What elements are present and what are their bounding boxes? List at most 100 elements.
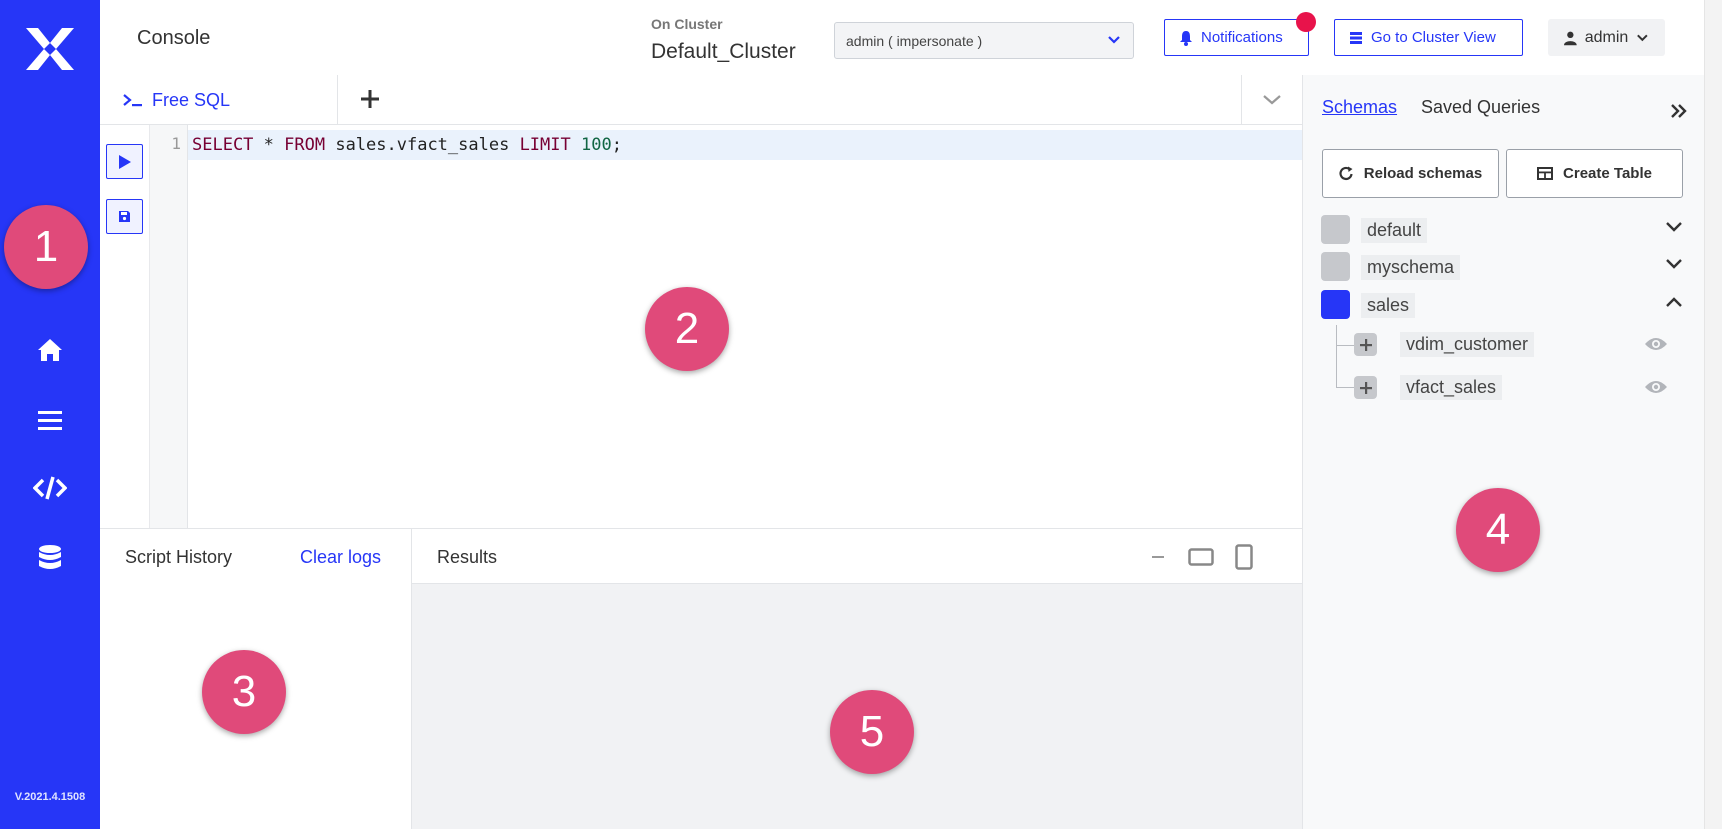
go-to-cluster-view-button[interactable]: Go to Cluster View [1334,19,1523,56]
schema-item-sales[interactable]: sales [1321,290,1687,320]
tab-schemas[interactable]: Schemas [1322,97,1397,118]
code-line[interactable]: SELECT * FROM sales.vfact_sales LIMIT 10… [188,130,1302,160]
plus-icon [361,90,379,108]
cluster-view-label: Go to Cluster View [1371,29,1496,46]
callout-3: 3 [202,650,286,734]
server-icon [1350,31,1362,44]
eye-icon[interactable] [1644,379,1668,395]
landscape-layout-button[interactable] [1187,543,1215,571]
chevron-down-icon [1637,34,1648,41]
eye-icon[interactable] [1644,336,1668,352]
keyword-select: SELECT [192,135,254,155]
tab-dropdown-button[interactable] [1241,75,1302,125]
app-root: V.2021.4.1508 Console On Cluster Default… [0,0,1722,829]
user-menu-button[interactable]: admin [1548,19,1665,56]
plus-icon [1359,381,1372,394]
schema-name: myschema [1361,255,1461,280]
line-number: 1 [171,134,181,153]
run-query-button[interactable] [106,144,143,179]
callout-1: 1 [4,205,88,289]
code-table: sales.vfact_sales [325,135,520,155]
on-cluster-label: On Cluster [651,16,723,32]
expand-table-button[interactable] [1354,376,1377,399]
callout-2: 2 [645,287,729,371]
table-name: vfact_sales [1400,375,1503,400]
clear-logs-link[interactable]: Clear logs [300,547,381,568]
keyword-from: FROM [284,135,326,155]
schema-name: sales [1361,293,1416,318]
code-end: ; [611,135,622,155]
menu-icon[interactable] [32,402,68,438]
tab-free-sql[interactable]: Free SQL [100,75,338,125]
user-select-value: admin ( impersonate ) [846,33,983,49]
keyword-limit: LIMIT [519,135,571,155]
reload-schemas-button[interactable]: Reload schemas [1322,149,1499,198]
code-star: * [253,135,285,155]
chevron-down-icon [1108,36,1120,44]
notification-badge [1296,12,1316,32]
script-history-title: Script History [125,547,233,567]
portrait-icon [1235,544,1253,570]
create-table-label: Create Table [1563,165,1652,182]
landscape-icon [1188,548,1214,566]
schema-color-box [1321,290,1350,319]
schema-name: default [1361,218,1428,243]
user-icon [1564,31,1577,45]
page-scrollbar[interactable] [1704,0,1722,829]
version-label: V.2021.4.1508 [14,791,86,803]
results-panel: Results [412,528,1302,829]
table-item-vfact-sales[interactable]: vfact_sales [1354,375,1700,401]
admin-label: admin [1584,28,1629,46]
home-icon[interactable] [32,332,68,368]
database-icon[interactable] [32,540,68,576]
reload-schemas-label: Reload schemas [1363,165,1483,182]
minus-icon [1152,556,1164,558]
results-title: Results [437,547,498,567]
play-icon [118,154,131,169]
chevron-down-icon [1263,95,1281,105]
page-title: Console [137,27,211,49]
editor-toolbar [100,125,150,528]
code-icon[interactable] [32,470,68,506]
tab-free-sql-label: Free SQL [152,89,231,110]
plus-icon [1359,338,1372,351]
notifications-label: Notifications [1201,29,1283,46]
impersonate-user-select[interactable]: admin ( impersonate ) [834,22,1134,59]
minimize-results-button[interactable] [1144,543,1172,571]
results-header: Results [412,529,1302,584]
table-icon [1537,167,1554,180]
chevron-down-icon[interactable] [1665,221,1683,233]
tree-connector [1336,387,1354,388]
add-tab-button[interactable] [354,83,386,115]
cluster-name: Default_Cluster [651,40,796,63]
collapse-panel-button[interactable] [1665,97,1693,125]
notifications-button[interactable]: Notifications [1164,19,1309,56]
chevron-up-icon[interactable] [1665,296,1683,308]
callout-4: 4 [1456,488,1540,572]
table-name: vdim_customer [1400,332,1535,357]
schema-color-box [1321,252,1350,281]
terminal-icon [123,94,142,107]
schema-color-box [1321,215,1350,244]
line-number-gutter: 1 [150,125,188,528]
tree-connector [1336,345,1354,346]
schema-item-myschema[interactable]: myschema [1321,252,1687,282]
sql-editor[interactable]: SELECT * FROM sales.vfact_sales LIMIT 10… [188,125,1302,528]
tab-saved-queries[interactable]: Saved Queries [1421,97,1540,118]
schema-item-default[interactable]: default [1321,215,1687,245]
left-sidebar: V.2021.4.1508 [0,0,100,829]
save-query-button[interactable] [106,199,143,234]
expand-table-button[interactable] [1354,333,1377,356]
top-header: Console On Cluster Default_Cluster admin… [100,0,1704,75]
chevron-down-icon[interactable] [1665,258,1683,270]
tree-connector [1336,325,1337,387]
table-item-vdim-customer[interactable]: vdim_customer [1354,332,1700,358]
bell-icon [1180,30,1192,46]
reload-icon [1339,166,1353,181]
logo-icon[interactable] [24,26,76,72]
save-icon [119,211,130,222]
portrait-layout-button[interactable] [1230,543,1258,571]
create-table-button[interactable]: Create Table [1506,149,1683,198]
schema-panel: Schemas Saved Queries Reload schemas Cre… [1302,75,1704,829]
